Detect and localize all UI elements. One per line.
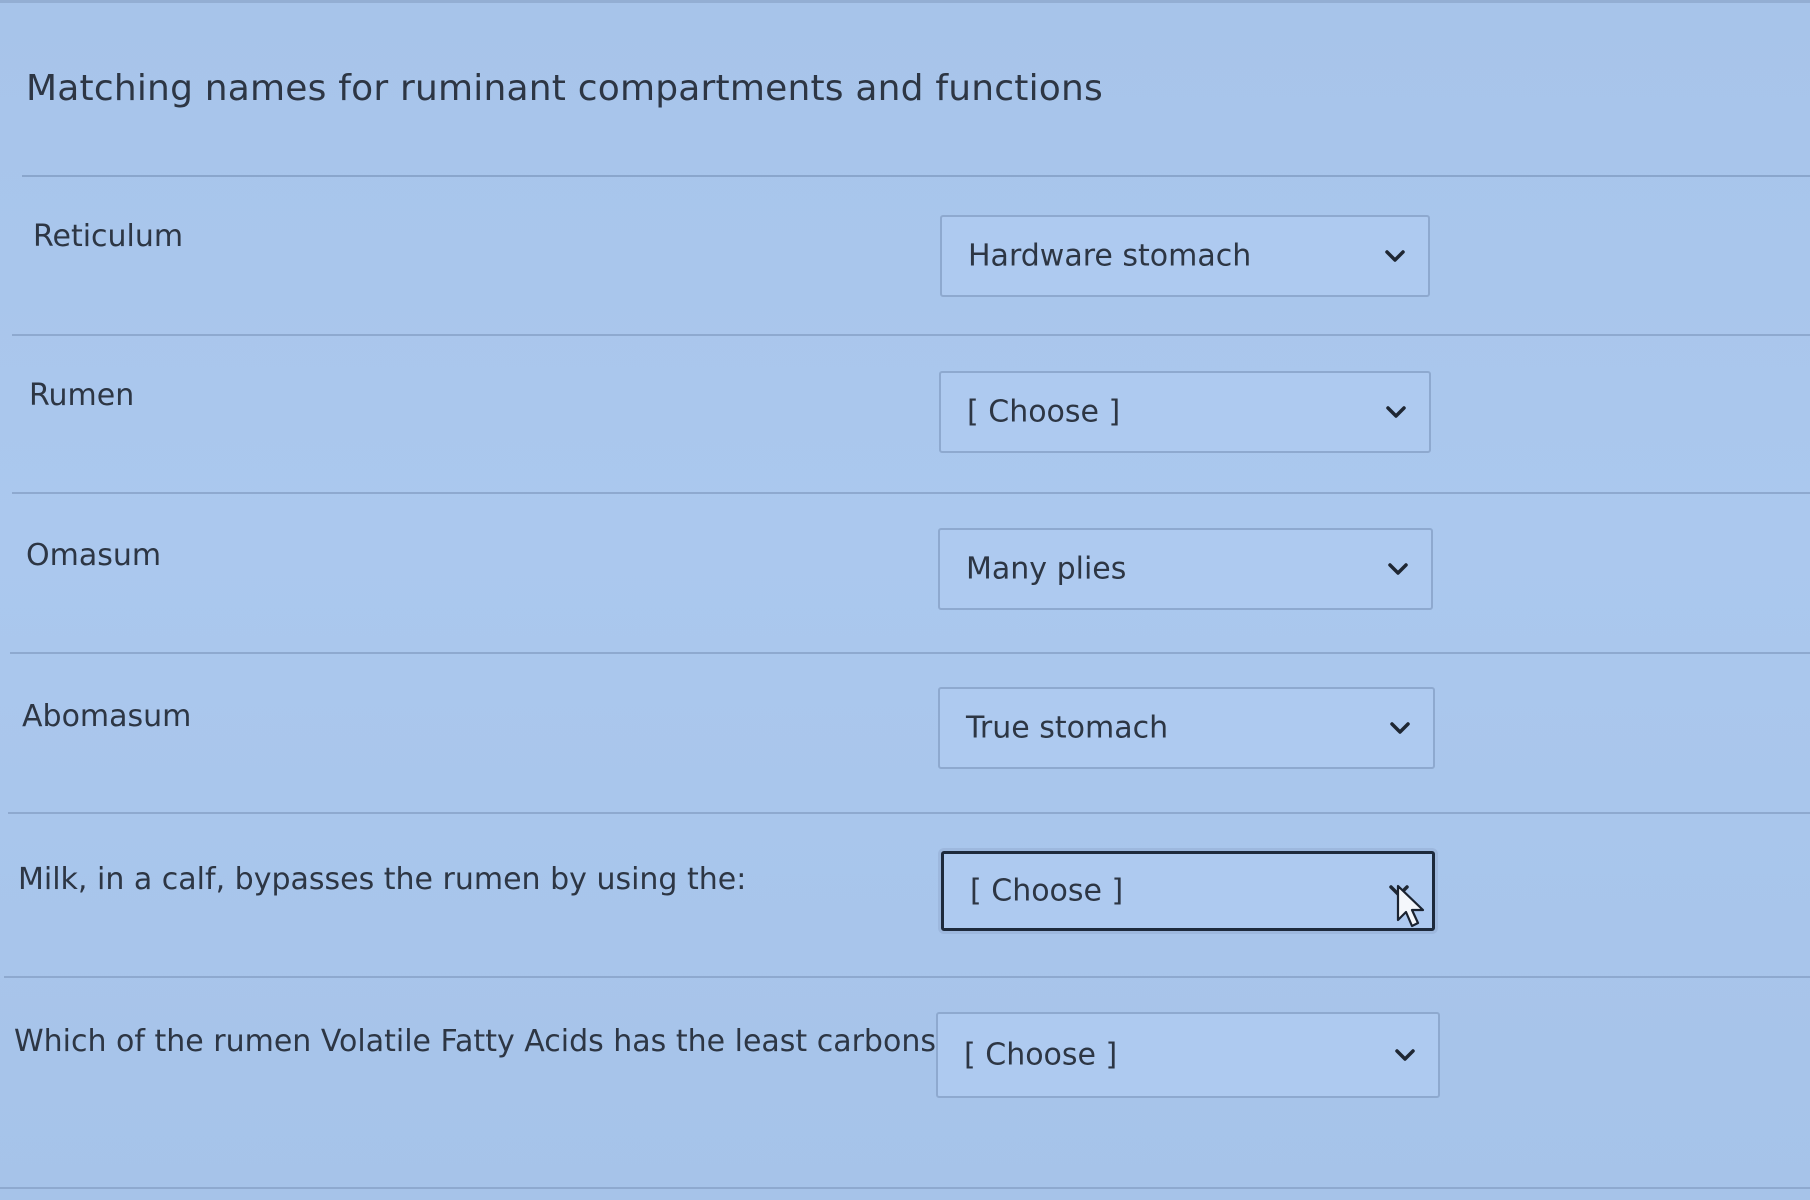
prompt-label: Reticulum [33,219,184,254]
answer-dropdown[interactable]: Many plies [938,528,1433,610]
chevron-down-icon [1386,406,1406,418]
selected-answer: [ Choose ] [967,394,1121,430]
answer-dropdown[interactable]: [ Choose ] [936,1012,1440,1098]
selected-answer: Many plies [966,551,1127,587]
selected-answer: True stomach [966,710,1169,746]
quiz-page: Matching names for ruminant compartments… [0,0,1810,1200]
row-divider [12,492,1810,494]
title-divider [22,175,1810,177]
prompt-label: Rumen [29,378,135,413]
answer-dropdown[interactable]: True stomach [938,687,1435,769]
prompt-label: Milk, in a calf, bypasses the rumen by u… [18,862,747,897]
answer-dropdown[interactable]: [ Choose ] [941,851,1435,931]
bottom-divider [0,1187,1810,1189]
prompt-label: Which of the rumen Volatile Fatty Acids … [14,1024,936,1059]
prompt-label: Abomasum [22,699,192,734]
row-divider [4,976,1810,978]
row-divider [8,812,1810,814]
selected-answer: Hardware stomach [968,238,1252,274]
mouse-pointer-icon [1396,884,1425,928]
chevron-down-icon [1385,250,1405,262]
question-title: Matching names for ruminant compartments… [26,68,1103,109]
prompt-label: Omasum [26,538,162,573]
chevron-down-icon [1395,1049,1415,1061]
row-divider [12,334,1810,336]
answer-dropdown[interactable]: [ Choose ] [939,371,1431,453]
answer-dropdown[interactable]: Hardware stomach [940,215,1430,297]
row-divider [10,652,1810,654]
chevron-down-icon [1390,722,1410,734]
selected-answer: [ Choose ] [970,873,1124,909]
chevron-down-icon [1388,563,1408,575]
selected-answer: [ Choose ] [964,1037,1118,1073]
top-divider [0,0,1810,3]
